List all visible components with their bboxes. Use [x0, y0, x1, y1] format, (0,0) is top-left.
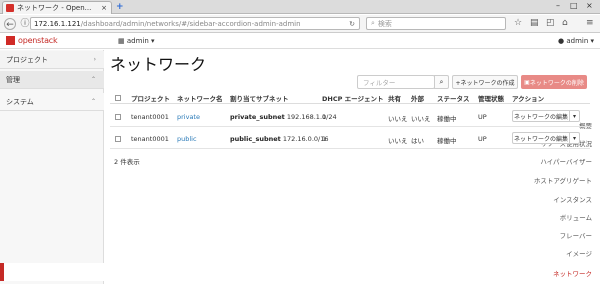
item-count: 2 件表示 [114, 158, 140, 166]
edit-network-button[interactable]: ネットワークの編集 [512, 132, 570, 144]
cell-subnet: public_subnet 172.16.0.0/16 [230, 135, 328, 143]
sidebar-active-indicator [0, 263, 4, 281]
pocket-icon[interactable]: ◰ [546, 18, 555, 28]
cell-dhcp: 1 [322, 113, 327, 121]
back-icon[interactable]: ← [4, 18, 16, 30]
sidebar-section-label: プロジェクト [6, 55, 48, 64]
chevron-down-icon[interactable]: ▾ [570, 132, 580, 144]
cell-status: 稼働中 [437, 115, 457, 123]
subnet-name: private_subnet [230, 113, 285, 121]
edit-network-button[interactable]: ネットワークの編集 [512, 110, 570, 122]
home-icon[interactable]: ⌂ [562, 18, 568, 28]
cell-subnet: private_subnet 192.168.1.0/24 [230, 113, 337, 121]
delete-label: ネットワークの削除 [529, 79, 584, 87]
favicon-icon [6, 4, 14, 12]
subnet-name: public_subnet [230, 135, 281, 143]
new-tab-button[interactable]: + [116, 2, 124, 12]
close-window-button[interactable]: × [586, 1, 593, 10]
project-selector-label: admin ▾ [126, 37, 155, 45]
sidebar-item-instances[interactable]: インスタンス [553, 194, 592, 204]
url-host: 172.16.1.121 [34, 19, 81, 28]
search-icon[interactable]: ⌕ [434, 75, 449, 89]
bookmark-star-icon[interactable]: ☆ [514, 18, 522, 28]
cell-project: tenant0001 [131, 135, 169, 143]
browser-tab[interactable]: ネットワーク - Open... × [2, 1, 112, 14]
cell-network-link[interactable]: public [177, 135, 197, 143]
tab-title: ネットワーク - Open... [17, 4, 92, 12]
sidebar-item-hypervisors[interactable]: ハイパーバイザー [540, 156, 592, 166]
col-actions: アクション [512, 95, 545, 103]
sidebar-section-admin[interactable]: 管理 ⌃ [0, 71, 104, 89]
cell-admin-state: UP [478, 113, 487, 121]
cell-admin-state: UP [478, 135, 487, 143]
delete-networks-button[interactable]: ▣ ネットワークの削除 [521, 75, 587, 89]
select-all-checkbox[interactable] [115, 95, 121, 101]
row-divider [110, 126, 590, 127]
sidebar-item-volumes[interactable]: ボリューム [560, 212, 592, 222]
search-placeholder: 検索 [377, 19, 392, 28]
sidebar-item-overview[interactable]: 概要 [579, 120, 592, 130]
reload-icon[interactable]: ↻ [349, 20, 355, 28]
col-project[interactable]: プロジェクト [131, 93, 170, 103]
sidebar-item-host-aggregates[interactable]: ホストアグリゲート [534, 175, 592, 185]
chevron-up-icon: ⌃ [90, 76, 96, 83]
col-admin-state[interactable]: 管理状態 [478, 93, 504, 103]
chevron-up-icon: ⌃ [90, 98, 96, 105]
col-dhcp-agents[interactable]: DHCP エージェント [322, 93, 384, 103]
sidebar-item-images[interactable]: イメージ [566, 248, 592, 258]
project-selector[interactable]: ▦ admin ▾ [118, 37, 155, 45]
maximize-button[interactable]: □ [570, 1, 578, 10]
minimize-button[interactable]: – [556, 1, 560, 10]
app-header [0, 34, 600, 49]
header-divider [110, 103, 590, 104]
cell-network-link[interactable]: private [177, 113, 200, 121]
chevron-right-icon: › [93, 56, 96, 63]
subnet-cidr: 192.168.1.0/24 [286, 113, 337, 121]
tab-close-icon[interactable]: × [101, 4, 107, 12]
row-divider [110, 148, 590, 149]
sidebar-item-networks[interactable]: ネットワーク [553, 268, 592, 278]
sidebar-section-label: システム [6, 97, 34, 106]
library-icon[interactable]: ▤ [530, 18, 539, 28]
col-shared[interactable]: 共有 [388, 93, 401, 103]
filter-input[interactable]: フィルター [357, 75, 435, 89]
page-title: ネットワーク [110, 55, 207, 74]
row-checkbox[interactable] [115, 136, 121, 142]
cell-external: はい [411, 137, 424, 145]
logo-mark-icon [6, 36, 15, 45]
menu-icon[interactable]: ≡ [586, 18, 594, 28]
sidebar-section-project[interactable]: プロジェクト › [0, 51, 104, 69]
logo-text: openstack [18, 36, 58, 45]
browser-search-input[interactable]: ⌕ 検索 [366, 17, 506, 30]
sidebar-section-system[interactable]: システム ⌃ [0, 93, 104, 111]
cell-external: いいえ [411, 115, 431, 123]
cell-shared: いいえ [388, 115, 408, 123]
user-menu[interactable]: ● admin ▾ [558, 37, 594, 45]
sidebar-item-flavors[interactable]: フレーバー [560, 230, 592, 240]
col-network-name[interactable]: ネットワーク名 [177, 93, 223, 103]
user-menu-label: admin ▾ [566, 37, 595, 45]
search-icon: ⌕ [371, 19, 375, 27]
cell-shared: いいえ [388, 137, 408, 145]
chevron-down-icon[interactable]: ▾ [570, 110, 580, 122]
url-bar[interactable]: 172.16.1.121 /dashboard/admin/networks/#… [30, 17, 360, 30]
cell-dhcp: 1 [322, 135, 327, 143]
url-path: /dashboard/admin/networks/#/sidebar-acco… [80, 19, 301, 28]
row-checkbox[interactable] [115, 114, 121, 120]
sidebar-active-bg [0, 263, 104, 281]
col-external[interactable]: 外部 [411, 93, 424, 103]
project-icon: ▦ [118, 37, 127, 45]
col-status[interactable]: ステータス [437, 93, 470, 103]
sidebar-section-label: 管理 [6, 75, 20, 84]
cell-project: tenant0001 [131, 113, 169, 121]
cell-status: 稼働中 [437, 137, 457, 145]
create-network-button[interactable]: +ネットワークの作成 [452, 75, 518, 89]
openstack-logo[interactable]: openstack [6, 36, 58, 45]
col-subnets[interactable]: 割り当てサブネット [230, 93, 289, 103]
